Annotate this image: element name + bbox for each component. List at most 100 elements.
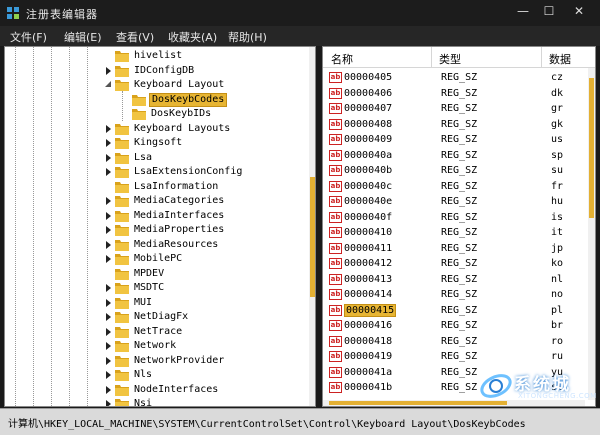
tree-node[interactable]: MobilePC [5,252,305,267]
value-name: 00000412 [344,258,393,269]
tree-node[interactable]: MSDTC [5,281,305,296]
tree-node[interactable]: LsaExtensionConfig [5,165,305,180]
value-row[interactable]: ab 00000415 REG_SZ pl [323,303,595,319]
collapsed-arrow-icon[interactable] [104,139,112,147]
value-row[interactable]: ab 00000419 REG_SZ ru [323,349,595,365]
tree-node[interactable]: Nls [5,368,305,383]
value-row[interactable]: ab 00000412 REG_SZ ko [323,256,595,272]
collapsed-arrow-icon[interactable] [104,284,112,292]
value-row[interactable]: ab 0000040a REG_SZ sp [323,148,595,164]
value-row[interactable]: ab 00000418 REG_SZ ro [323,334,595,350]
value-row[interactable]: ab 0000040f REG_SZ is [323,210,595,226]
value-name: 00000413 [344,273,393,285]
collapsed-arrow-icon[interactable] [104,255,112,263]
value-data: gr [551,103,564,114]
tree-node[interactable]: hivelist [5,49,305,64]
menu-help[interactable]: 帮助(H) [228,29,267,45]
collapsed-arrow-icon[interactable] [104,211,112,220]
collapsed-arrow-icon[interactable] [104,356,112,365]
collapsed-arrow-icon[interactable] [104,342,112,350]
tree-node[interactable]: MediaCategories [5,194,305,209]
registry-tree[interactable]: hivelist IDConfigDB Keyboard Layout DosKeyb… [4,46,316,407]
tree-node-label: MediaResources [134,238,219,250]
tree-node[interactable]: MediaProperties [5,223,305,238]
menu-view[interactable]: 查看(V) [116,29,154,45]
tree-node[interactable]: DosKeybCodes [5,92,305,108]
tree-node[interactable]: NetDiagFx [5,310,305,325]
tree-node[interactable]: NetworkProvider [5,354,305,369]
collapsed-arrow-icon[interactable] [104,124,112,133]
value-row[interactable]: ab 00000416 REG_SZ br [323,318,595,334]
value-row[interactable]: ab 00000413 REG_SZ nl [323,272,595,288]
tree-node[interactable]: LsaInformation [5,180,305,195]
value-row[interactable]: ab 00000405 REG_SZ cz [323,70,595,86]
collapsed-arrow-icon[interactable] [104,153,112,162]
collapsed-arrow-icon[interactable] [104,371,112,379]
menu-favorites[interactable]: 收藏夹(A) [168,29,217,45]
column-type-header[interactable]: 类型 [439,51,461,67]
value-row[interactable]: ab 00000411 REG_SZ jp [323,241,595,257]
list-scroll-thumb[interactable] [589,78,594,218]
value-row[interactable]: ab 00000406 REG_SZ dk [323,86,595,102]
maximize-button[interactable]: ☐ [536,0,562,22]
tree-node[interactable]: IDConfigDB [5,64,305,79]
value-row[interactable]: ab 00000414 REG_SZ no [323,287,595,303]
tree-node[interactable]: MPDEV [5,267,305,282]
collapsed-arrow-icon[interactable] [104,197,112,205]
tree-node[interactable]: DosKeybIDs [5,107,305,122]
expanded-arrow-icon[interactable] [104,81,112,89]
tree-node[interactable]: Keyboard Layouts [5,122,305,137]
folder-icon [115,210,129,222]
string-value-icon: ab [329,134,342,145]
tree-vertical-scrollbar[interactable] [309,47,315,406]
tree-node-label: MUI [134,296,153,308]
menu-edit[interactable]: 编辑(E) [64,29,102,45]
value-row[interactable]: ab 00000407 REG_SZ gr [323,101,595,117]
collapsed-arrow-icon[interactable] [104,240,112,249]
column-divider[interactable] [431,47,432,68]
value-type: REG_SZ [441,165,478,176]
collapsed-arrow-icon[interactable] [104,168,112,176]
value-data: br [551,320,564,331]
tree-node[interactable]: MUI [5,296,305,311]
collapsed-arrow-icon[interactable] [104,298,112,307]
column-name-header[interactable]: 名称 [331,51,353,67]
value-list[interactable]: 名称 类型 数据 ab 00000405 REG_SZ cz ab 00000406 REG… [322,46,596,407]
tree-node[interactable]: Lsa [5,151,305,166]
tree-node[interactable]: NetTrace [5,325,305,340]
collapsed-arrow-icon[interactable] [104,385,112,394]
column-data-header[interactable]: 数据 [549,51,571,67]
string-value-icon: ab [329,351,342,362]
tree-node[interactable]: Keyboard Layout [5,78,305,93]
tree-node[interactable]: NodeInterfaces [5,383,305,398]
tree-scroll-thumb[interactable] [310,177,315,297]
collapsed-arrow-icon[interactable] [104,400,112,407]
value-row[interactable]: ab 00000408 REG_SZ gk [323,117,595,133]
tree-node-label: NetDiagFx [134,311,189,322]
column-divider[interactable] [541,47,542,68]
tree-node[interactable]: Kingsoft [5,136,305,151]
tree-node[interactable]: MediaInterfaces [5,209,305,224]
value-type: REG_SZ [441,180,478,192]
minimize-button[interactable]: — [510,0,536,22]
value-row[interactable]: ab 0000040c REG_SZ fr [323,179,595,195]
list-vertical-scrollbar[interactable] [588,68,595,400]
tree-node[interactable]: MediaResources [5,238,305,253]
tree-node-label: Lsa [134,151,153,163]
value-row[interactable]: ab 00000409 REG_SZ us [323,132,595,148]
menu-file[interactable]: 文件(F) [10,29,47,45]
value-row[interactable]: ab 0000040e REG_SZ hu [323,194,595,210]
string-value-icon: ab [329,382,342,393]
tree-node[interactable]: Nsi [5,397,305,407]
collapsed-arrow-icon[interactable] [104,66,112,75]
folder-icon [115,326,129,338]
value-row[interactable]: ab 00000410 REG_SZ it [323,225,595,241]
collapsed-arrow-icon[interactable] [104,226,112,234]
close-button[interactable]: ✕ [562,0,596,22]
folder-icon [132,109,146,120]
value-name: 00000407 [344,103,393,114]
value-row[interactable]: ab 0000040b REG_SZ su [323,163,595,179]
collapsed-arrow-icon[interactable] [104,327,112,336]
collapsed-arrow-icon[interactable] [104,313,112,321]
tree-node[interactable]: Network [5,339,305,354]
